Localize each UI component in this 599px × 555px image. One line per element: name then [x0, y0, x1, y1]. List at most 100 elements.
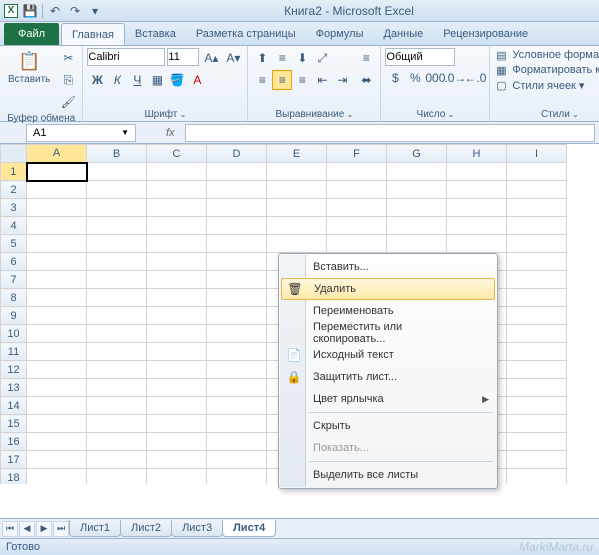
cell[interactable]	[507, 397, 567, 415]
cell[interactable]	[507, 307, 567, 325]
cell[interactable]	[507, 415, 567, 433]
tab-formulas[interactable]: Формулы	[306, 23, 374, 45]
row-header[interactable]: 7	[1, 271, 27, 289]
format-painter-icon[interactable]: 🖌	[58, 92, 78, 112]
tab-data[interactable]: Данные	[373, 23, 433, 45]
column-header[interactable]: C	[147, 145, 207, 163]
cell[interactable]	[27, 181, 87, 199]
cell[interactable]	[387, 217, 447, 235]
cell[interactable]	[27, 271, 87, 289]
sheet-nav-next-icon[interactable]: ▶	[36, 521, 52, 537]
cell[interactable]	[87, 415, 147, 433]
cell[interactable]	[507, 217, 567, 235]
cell[interactable]	[87, 379, 147, 397]
cell[interactable]	[87, 307, 147, 325]
cell[interactable]	[27, 325, 87, 343]
cell[interactable]	[27, 469, 87, 485]
cell[interactable]	[447, 235, 507, 253]
cell[interactable]	[147, 181, 207, 199]
cell[interactable]	[207, 181, 267, 199]
wrap-text-button[interactable]: ≡	[356, 48, 376, 68]
cell[interactable]	[327, 235, 387, 253]
tab-file[interactable]: Файл	[4, 23, 59, 45]
row-header[interactable]: 8	[1, 289, 27, 307]
column-header[interactable]: F	[327, 145, 387, 163]
cell[interactable]	[87, 325, 147, 343]
cell[interactable]	[27, 199, 87, 217]
menu-view-code[interactable]: 📄Исходный текст	[281, 344, 495, 366]
cell[interactable]	[387, 181, 447, 199]
fx-icon[interactable]: fx	[166, 127, 175, 139]
cell[interactable]	[507, 163, 567, 181]
tab-review[interactable]: Рецензирование	[433, 23, 538, 45]
menu-rename[interactable]: Переименовать	[281, 300, 495, 322]
cell[interactable]	[387, 199, 447, 217]
cell[interactable]	[507, 469, 567, 485]
paste-button[interactable]: 📋 Вставить	[4, 48, 54, 87]
italic-button[interactable]: К	[107, 70, 127, 90]
font-color-button[interactable]: A	[187, 70, 207, 90]
decrease-decimal-button[interactable]: ←.0	[465, 68, 485, 88]
cell[interactable]	[207, 271, 267, 289]
cell-styles-button[interactable]: ▢Стили ячеек ▾	[494, 78, 599, 92]
orientation-icon[interactable]: ⤢	[312, 48, 332, 68]
cell[interactable]	[27, 307, 87, 325]
cell[interactable]	[147, 307, 207, 325]
sheet-tab[interactable]: Лист3	[171, 520, 223, 537]
cell[interactable]	[147, 343, 207, 361]
menu-tab-color[interactable]: Цвет ярлычка▶	[281, 388, 495, 410]
cell[interactable]	[27, 433, 87, 451]
cell[interactable]	[87, 199, 147, 217]
name-box-dropdown-icon[interactable]: ▼	[121, 128, 129, 137]
cell[interactable]	[27, 361, 87, 379]
row-header[interactable]: 18	[1, 469, 27, 485]
cell[interactable]	[207, 343, 267, 361]
cell[interactable]	[27, 253, 87, 271]
menu-delete[interactable]: 🗑Удалить	[281, 278, 495, 300]
merge-center-button[interactable]: ⬌	[356, 70, 376, 90]
tab-home[interactable]: Главная	[61, 23, 125, 45]
cell[interactable]	[87, 271, 147, 289]
cell[interactable]	[147, 289, 207, 307]
cell[interactable]	[507, 361, 567, 379]
cell[interactable]	[87, 397, 147, 415]
column-header[interactable]: H	[447, 145, 507, 163]
cell[interactable]	[147, 253, 207, 271]
align-middle-icon[interactable]: ≡	[272, 48, 292, 68]
cell[interactable]	[87, 181, 147, 199]
cell[interactable]	[207, 397, 267, 415]
fill-color-button[interactable]: 🪣	[167, 70, 187, 90]
column-header[interactable]: E	[267, 145, 327, 163]
currency-button[interactable]: $	[385, 68, 405, 88]
decrease-font-icon[interactable]: A▾	[223, 48, 243, 68]
menu-select-all-sheets[interactable]: Выделить все листы	[281, 464, 495, 486]
sheet-tab[interactable]: Лист1	[69, 520, 121, 537]
cell[interactable]	[267, 199, 327, 217]
row-header[interactable]: 6	[1, 253, 27, 271]
row-header[interactable]: 1	[1, 163, 27, 181]
sheet-nav-prev-icon[interactable]: ◀	[19, 521, 35, 537]
cell[interactable]	[507, 253, 567, 271]
decrease-indent-icon[interactable]: ⇤	[312, 70, 332, 90]
select-all-corner[interactable]	[1, 145, 27, 163]
cell[interactable]	[147, 199, 207, 217]
row-header[interactable]: 14	[1, 397, 27, 415]
cell[interactable]	[147, 415, 207, 433]
align-right-icon[interactable]: ≡	[292, 70, 312, 90]
cell[interactable]	[87, 217, 147, 235]
cell[interactable]	[27, 451, 87, 469]
font-name-select[interactable]	[87, 48, 165, 66]
column-header[interactable]: A	[27, 145, 87, 163]
cell[interactable]	[387, 163, 447, 181]
redo-icon[interactable]: ↷	[67, 3, 83, 19]
row-header[interactable]: 2	[1, 181, 27, 199]
cell[interactable]	[147, 397, 207, 415]
menu-protect-sheet[interactable]: 🔒Защитить лист...	[281, 366, 495, 388]
cell[interactable]	[507, 181, 567, 199]
cell[interactable]	[327, 181, 387, 199]
cell[interactable]	[507, 379, 567, 397]
row-header[interactable]: 16	[1, 433, 27, 451]
cell[interactable]	[267, 235, 327, 253]
cell[interactable]	[27, 235, 87, 253]
undo-icon[interactable]: ↶	[47, 3, 63, 19]
